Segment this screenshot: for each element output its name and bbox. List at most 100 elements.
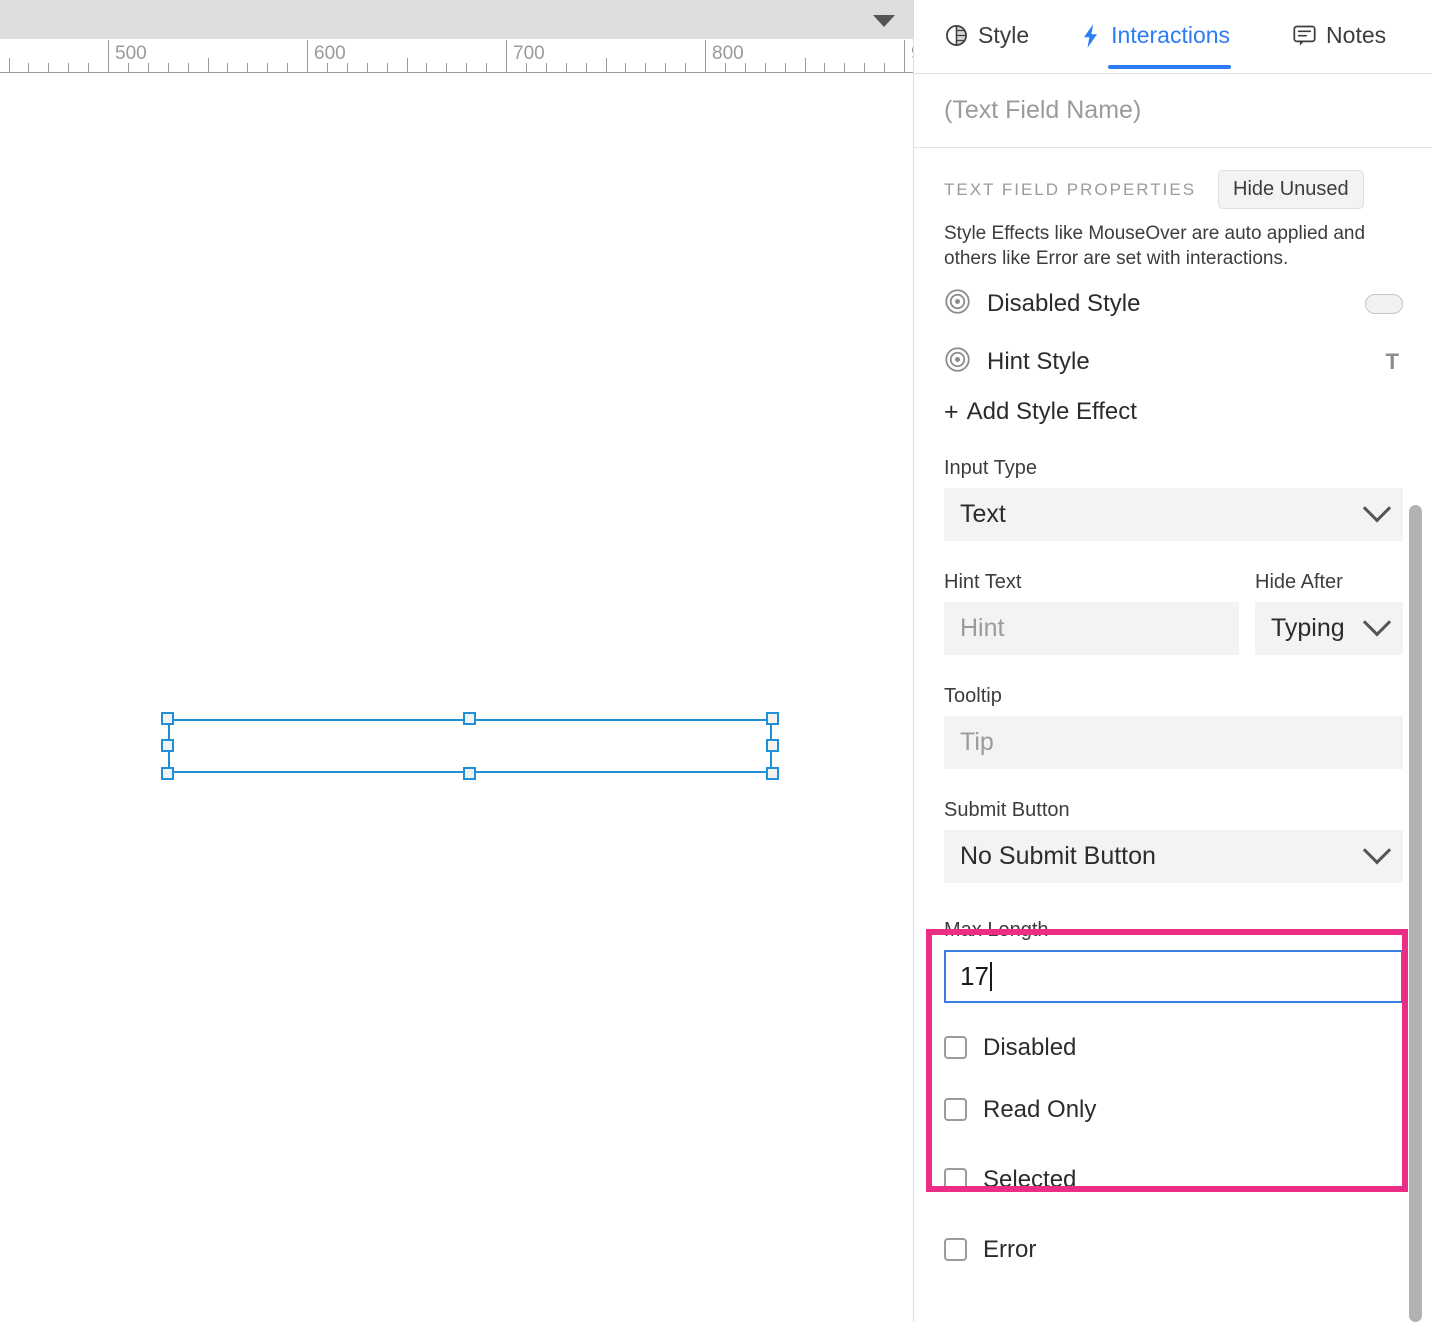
- style-icon: [944, 23, 969, 48]
- resize-handle-w[interactable]: [161, 739, 174, 752]
- submit-button-value: No Submit Button: [960, 842, 1156, 871]
- hint-text-input[interactable]: Hint: [944, 602, 1239, 655]
- style-effect-hint[interactable]: Hint Style T: [914, 336, 1432, 388]
- ruler-tick: [466, 63, 467, 72]
- hint-hide-group: Hint Text Hint Hide After Typing: [914, 571, 1432, 655]
- hide-after-label: Hide After: [1255, 571, 1403, 594]
- ruler-tick: [844, 63, 845, 72]
- ruler-tick: [546, 63, 547, 72]
- canvas-surface[interactable]: [0, 74, 913, 1322]
- section-title: TEXT FIELD PROPERTIES: [944, 180, 1196, 200]
- selected-checkbox[interactable]: [944, 1168, 967, 1191]
- target-icon: [944, 346, 971, 378]
- widget-name-placeholder: (Text Field Name): [944, 96, 1141, 125]
- ruler-tick: [805, 58, 806, 72]
- text-style-icon[interactable]: T: [1386, 349, 1403, 375]
- input-type-group: Input Type Text: [914, 457, 1432, 541]
- ruler-tick: [864, 63, 865, 72]
- ruler-tick: [446, 63, 447, 72]
- ruler-tick: [506, 40, 507, 72]
- resize-handle-e[interactable]: [766, 739, 779, 752]
- chevron-down-icon: [1363, 494, 1391, 522]
- max-length-value: 17: [960, 961, 989, 992]
- checkbox-row-selected[interactable]: Selected: [914, 1149, 1432, 1211]
- ruler-tick: [108, 40, 109, 72]
- target-icon: [944, 288, 971, 320]
- ruler-tick: [387, 63, 388, 72]
- ruler-tick: [745, 63, 746, 72]
- widget-name-field[interactable]: (Text Field Name): [914, 74, 1432, 148]
- checkbox-row-read-only[interactable]: Read Only: [914, 1079, 1432, 1141]
- ruler-tick: [267, 63, 268, 72]
- read-only-checkbox-label: Read Only: [983, 1096, 1096, 1124]
- tab-style[interactable]: Style: [944, 0, 1029, 69]
- input-type-label: Input Type: [944, 457, 1403, 480]
- submit-button-select[interactable]: No Submit Button: [944, 830, 1403, 883]
- add-style-effect-button[interactable]: + Add Style Effect: [914, 388, 1432, 427]
- input-type-value: Text: [960, 500, 1006, 529]
- ruler-tick: [785, 63, 786, 72]
- panel-scrollbar-track[interactable]: [1414, 0, 1428, 1322]
- ruler-tick: [486, 63, 487, 72]
- ruler-tick: [426, 63, 427, 72]
- panel-tabs: Style Interactions: [914, 0, 1432, 74]
- hide-after-value: Typing: [1271, 614, 1345, 643]
- ruler-tick: [765, 63, 766, 72]
- text-field-selection[interactable]: [168, 719, 772, 773]
- canvas-area: 5006007008009: [0, 0, 913, 1322]
- ruler-label: 600: [314, 43, 346, 65]
- ruler-tick: [625, 63, 626, 72]
- text-cursor: [990, 962, 992, 991]
- panel-scroll-region: TEXT FIELD PROPERTIES Hide Unused Style …: [914, 148, 1432, 1322]
- resize-handle-nw[interactable]: [161, 712, 174, 725]
- ruler-tick: [606, 58, 607, 72]
- resize-handle-se[interactable]: [766, 767, 779, 780]
- ruler-tick: [645, 63, 646, 72]
- properties-panel: Style Interactions: [913, 0, 1432, 1322]
- ruler-tick: [685, 63, 686, 72]
- hint-text-label: Hint Text: [944, 571, 1239, 594]
- triangle-down-icon[interactable]: [873, 15, 895, 27]
- disabled-checkbox[interactable]: [944, 1036, 967, 1059]
- error-checkbox[interactable]: [944, 1238, 967, 1261]
- ruler-tick: [168, 63, 169, 72]
- style-effect-disabled[interactable]: Disabled Style: [914, 278, 1432, 330]
- section-description: Style Effects like MouseOver are auto ap…: [914, 209, 1432, 272]
- tooltip-input[interactable]: Tip: [944, 716, 1403, 769]
- resize-handle-n[interactable]: [463, 712, 476, 725]
- ruler-tick: [287, 63, 288, 72]
- checkbox-row-error[interactable]: Error: [914, 1219, 1432, 1281]
- checkbox-row-disabled[interactable]: Disabled: [914, 1017, 1432, 1079]
- ruler-tick: [566, 63, 567, 72]
- max-length-input[interactable]: 17: [944, 950, 1403, 1003]
- resize-handle-sw[interactable]: [161, 767, 174, 780]
- ruler-label: 800: [712, 43, 744, 65]
- ruler-tick: [188, 63, 189, 72]
- ruler-tick: [884, 63, 885, 72]
- hide-after-select[interactable]: Typing: [1255, 602, 1403, 655]
- resize-handle-ne[interactable]: [766, 712, 779, 725]
- ruler-tick: [148, 63, 149, 72]
- input-type-select[interactable]: Text: [944, 488, 1403, 541]
- tab-interactions-label: Interactions: [1111, 22, 1230, 49]
- tab-interactions[interactable]: Interactions: [1079, 0, 1230, 69]
- chevron-down-icon: [1363, 836, 1391, 864]
- read-only-checkbox[interactable]: [944, 1098, 967, 1121]
- ruler-tick: [227, 63, 228, 72]
- ruler-tick: [208, 58, 209, 72]
- submit-button-group: Submit Button No Submit Button: [914, 799, 1432, 883]
- selection-rectangle: [168, 719, 772, 773]
- tab-notes[interactable]: Notes: [1292, 0, 1386, 69]
- tooltip-group: Tooltip Tip: [914, 685, 1432, 769]
- canvas-toolbar-strip: [0, 0, 913, 40]
- ruler-tick: [247, 63, 248, 72]
- ruler-tick: [665, 63, 666, 72]
- ruler-tick: [407, 58, 408, 72]
- resize-handle-s[interactable]: [463, 767, 476, 780]
- ruler-tick: [367, 63, 368, 72]
- disabled-style-toggle[interactable]: [1365, 294, 1403, 314]
- panel-scrollbar-thumb[interactable]: [1409, 505, 1422, 1322]
- hide-unused-button[interactable]: Hide Unused: [1218, 170, 1364, 209]
- ruler-tick: [586, 63, 587, 72]
- max-length-group: Max Length 17: [914, 919, 1432, 1003]
